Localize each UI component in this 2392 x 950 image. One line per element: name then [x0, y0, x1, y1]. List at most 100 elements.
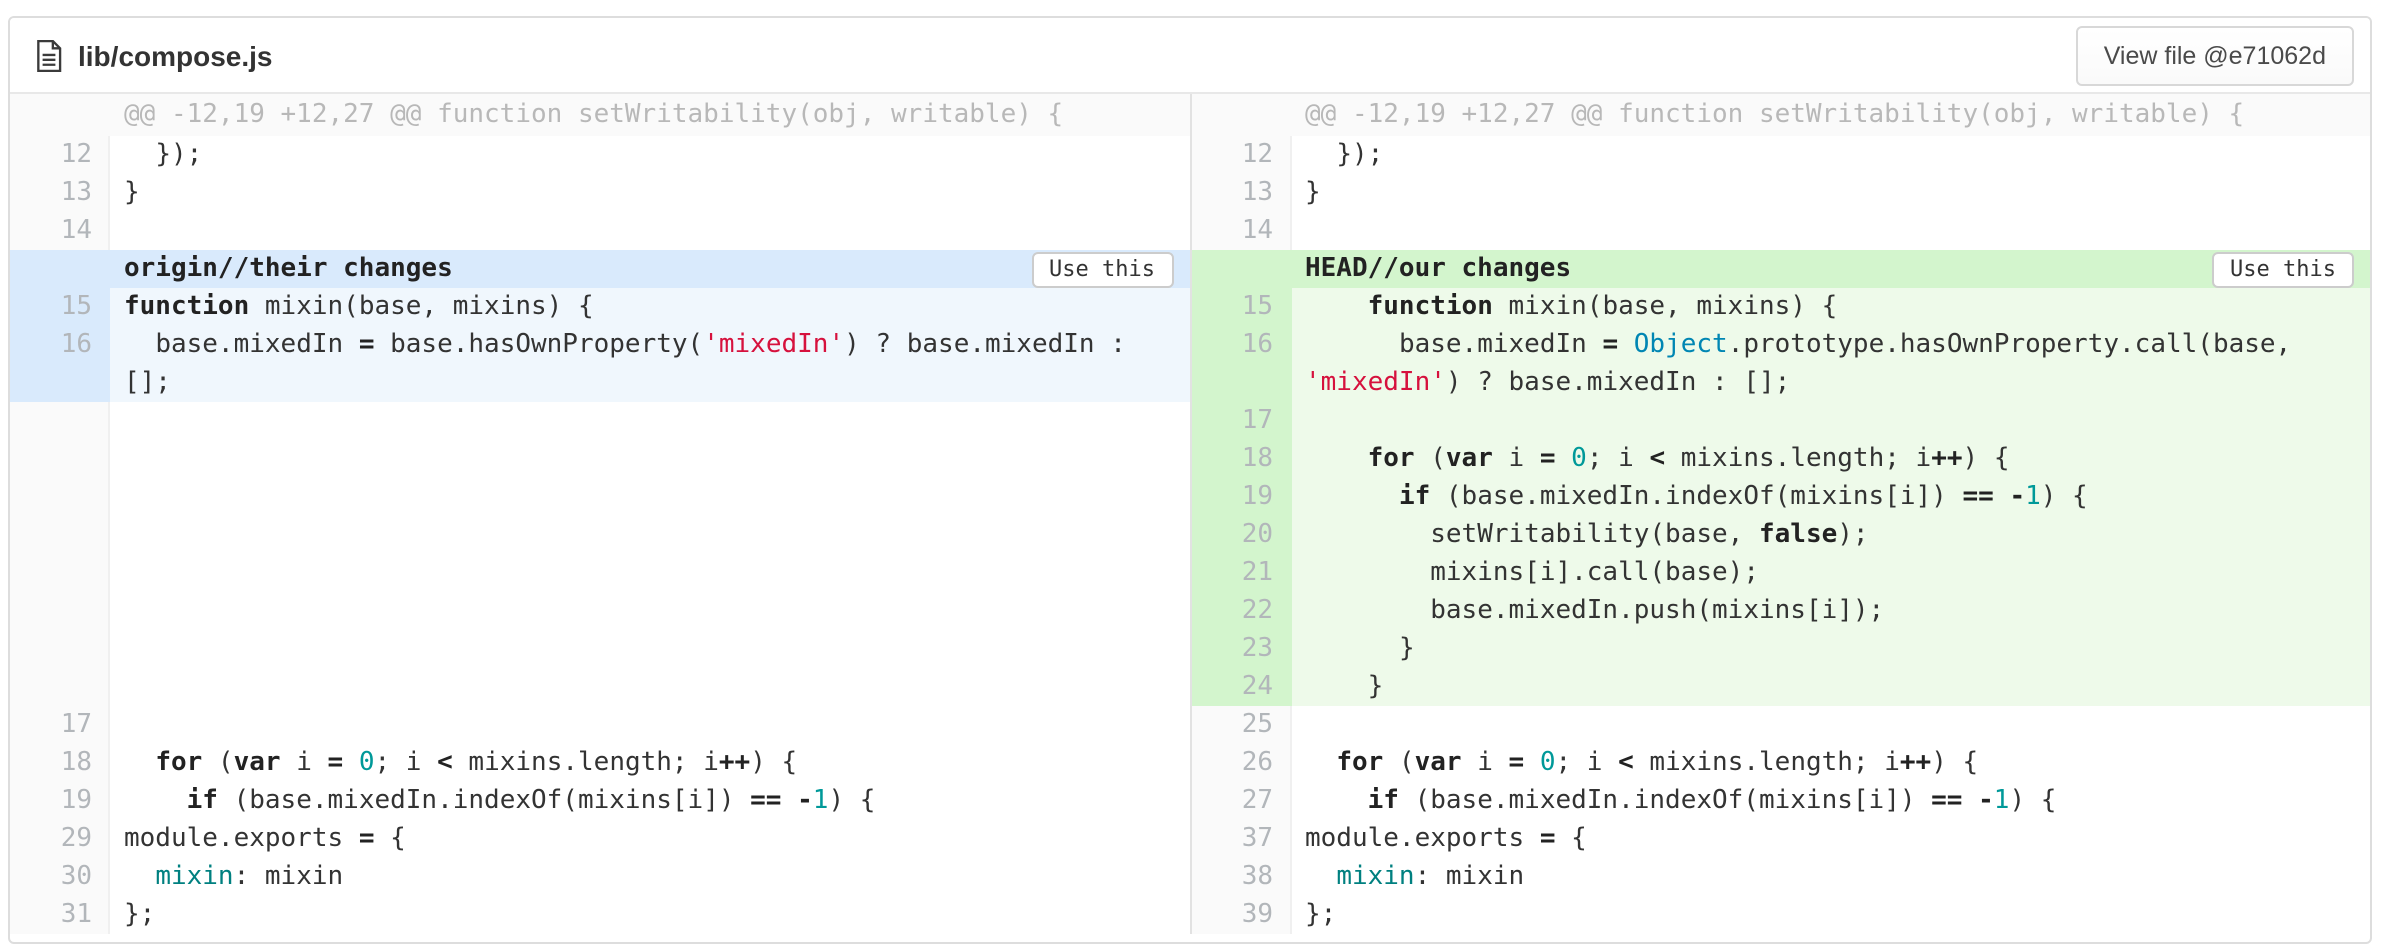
line-number: 31	[10, 896, 110, 934]
token-k: var	[1446, 444, 1493, 474]
line-number: 37	[1191, 820, 1291, 858]
code-line	[110, 706, 1189, 744]
file-header: lib/compose.js View file @e71062d	[10, 18, 2370, 94]
token-k: ++	[1900, 748, 1931, 778]
diff-panes: @@ -12,19 +12,27 @@ function setWritabil…	[10, 94, 2370, 934]
token-p: mixin	[1336, 862, 1414, 892]
line-number: 19	[10, 782, 110, 820]
token-k: for	[1336, 748, 1383, 778]
token-k: if	[187, 786, 218, 816]
use-this-button[interactable]: Use this	[1031, 251, 1173, 287]
token-k: ==	[750, 786, 781, 816]
token-k: =	[1509, 748, 1525, 778]
code-row: 17	[1191, 402, 2370, 440]
conflict-resolver-app: lib/compose.js View file @e71062d @@ -12…	[0, 0, 2392, 950]
token-k: ++	[1931, 444, 1962, 474]
code-line: base.mixedIn = Object.prototype.hasOwnPr…	[1291, 326, 2370, 402]
code-line: }	[1291, 174, 2370, 212]
line-number: 23	[1191, 630, 1291, 668]
code-line: }	[1291, 668, 2370, 706]
code-row: 15function mixin(base, mixins) {	[10, 288, 1189, 326]
code-line: };	[110, 896, 1189, 934]
line-number: 27	[1191, 782, 1291, 820]
token-k: <	[1618, 748, 1634, 778]
token-k: ++	[719, 748, 750, 778]
code-row: 14	[10, 212, 1189, 250]
code-row: 14	[1191, 212, 2370, 250]
code-row: 16 base.mixedIn = base.hasOwnProperty('m…	[10, 326, 1189, 402]
code-row: 26 for (var i = 0; i < mixins.length; i+…	[1191, 744, 2370, 782]
code-row: 13}	[1191, 174, 2370, 212]
conflict-label: origin//their changes	[124, 250, 453, 288]
code-row: 18 for (var i = 0; i < mixins.length; i+…	[10, 744, 1189, 782]
code-row: 30 mixin: mixin	[10, 858, 1189, 896]
code-line: setWritability(base, false);	[1291, 516, 2370, 554]
code-row: 19 if (base.mixedIn.indexOf(mixins[i]) =…	[1191, 478, 2370, 516]
file-diff-card: lib/compose.js View file @e71062d @@ -12…	[8, 16, 2372, 944]
token-k: if	[1368, 786, 1399, 816]
code-line: });	[110, 136, 1189, 174]
token-k: =	[1602, 330, 1618, 360]
token-k: function	[1368, 292, 1493, 322]
hunk-header: @@ -12,19 +12,27 @@ function setWritabil…	[1191, 94, 2370, 136]
gutter	[1191, 94, 1291, 136]
line-number: 38	[1191, 858, 1291, 896]
token-s: 'mixedIn'	[703, 330, 844, 360]
line-number: 26	[1191, 744, 1291, 782]
line-number: 18	[10, 744, 110, 782]
view-file-button[interactable]: View file @e71062d	[2076, 25, 2354, 85]
token-k: for	[1368, 444, 1415, 474]
code-line: function mixin(base, mixins) {	[1291, 288, 2370, 326]
token-k: =	[359, 330, 375, 360]
line-number: 39	[1191, 896, 1291, 934]
line-number: 12	[10, 136, 110, 174]
pane-theirs: @@ -12,19 +12,27 @@ function setWritabil…	[10, 94, 1189, 934]
token-k: =	[359, 824, 375, 854]
empty-code-area	[110, 402, 1189, 706]
hunk-header-text: @@ -12,19 +12,27 @@ function setWritabil…	[110, 94, 1189, 136]
code-row: 18 for (var i = 0; i < mixins.length; i+…	[1191, 440, 2370, 478]
code-line: function mixin(base, mixins) {	[110, 288, 1189, 326]
code-row: 20 setWritability(base, false);	[1191, 516, 2370, 554]
line-number: 18	[1191, 440, 1291, 478]
line-number: 14	[1191, 212, 1291, 250]
code-line: base.mixedIn.push(mixins[i]);	[1291, 592, 2370, 630]
code-line: }	[110, 174, 1189, 212]
code-line: for (var i = 0; i < mixins.length; i++) …	[1291, 744, 2370, 782]
code-line: };	[1291, 896, 2370, 934]
token-n: 0	[359, 748, 375, 778]
line-number: 19	[1191, 478, 1291, 516]
line-number: 15	[1191, 288, 1291, 326]
line-number: 14	[10, 212, 110, 250]
token-k: var	[234, 748, 281, 778]
file-name: lib/compose.js	[78, 39, 273, 71]
code-line: for (var i = 0; i < mixins.length; i++) …	[1291, 440, 2370, 478]
token-k: -	[2009, 482, 2025, 512]
token-k: =	[1540, 824, 1556, 854]
use-this-button[interactable]: Use this	[2212, 251, 2354, 287]
token-n: 1	[813, 786, 829, 816]
code-line: if (base.mixedIn.indexOf(mixins[i]) == -…	[1291, 782, 2370, 820]
code-row: 24 }	[1191, 668, 2370, 706]
token-k: function	[124, 292, 249, 322]
line-number: 15	[10, 288, 110, 326]
line-number: 12	[1191, 136, 1291, 174]
conflict-label: HEAD//our changes	[1305, 250, 1571, 288]
token-b: Object	[1634, 330, 1728, 360]
gutter	[10, 402, 110, 706]
code-row: 39};	[1191, 896, 2370, 934]
token-s: 'mixedIn'	[1305, 368, 1446, 398]
line-number: 13	[10, 174, 110, 212]
token-k: =	[328, 748, 344, 778]
file-text-icon	[36, 39, 62, 71]
code-row: 37module.exports = {	[1191, 820, 2370, 858]
code-line: }	[1291, 630, 2370, 668]
token-n: 1	[2025, 482, 2041, 512]
filler-gap	[10, 402, 1189, 706]
pane-ours: @@ -12,19 +12,27 @@ function setWritabil…	[1189, 94, 2370, 934]
line-number: 24	[1191, 668, 1291, 706]
code-line	[110, 212, 1189, 250]
code-line: module.exports = {	[1291, 820, 2370, 858]
line-number: 25	[1191, 706, 1291, 744]
code-line: });	[1291, 136, 2370, 174]
